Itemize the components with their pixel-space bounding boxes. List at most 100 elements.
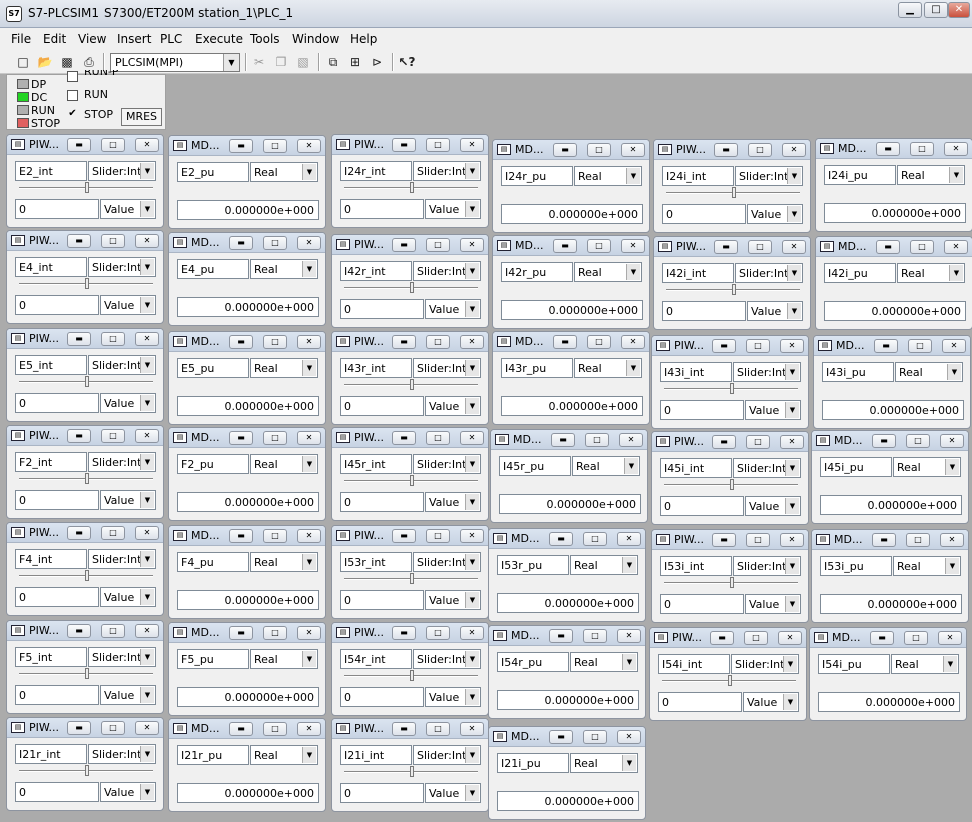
- close-button[interactable]: ✕: [135, 721, 159, 735]
- close-button[interactable]: ✕: [942, 339, 966, 353]
- value-input[interactable]: 0: [15, 587, 99, 607]
- chevron-down-icon[interactable]: ▼: [626, 168, 640, 184]
- address-input[interactable]: I42r_pu: [501, 262, 573, 282]
- menu-plc[interactable]: PLC: [160, 32, 182, 46]
- piw-window[interactable]: ▤ PIW... ▬ □ ✕ I24i_int Slider:Int ▼ 0 Value ▼: [653, 139, 811, 233]
- minimize-button[interactable]: ▬: [392, 626, 416, 640]
- md-window[interactable]: ▤ MD... ▬ □ ✕ I53i_pu Real ▼ 0.000000e+000: [811, 529, 969, 623]
- maximize-button[interactable]: □: [426, 335, 450, 349]
- value-input[interactable]: 0: [340, 783, 424, 803]
- stop-checkbox[interactable]: ✔: [67, 109, 78, 120]
- md-window[interactable]: ▤ MD... ▬ □ ✕ I21r_pu Real ▼ 0.000000e+000: [168, 718, 326, 812]
- format-select[interactable]: Slider:Int ▼: [413, 161, 481, 181]
- maximize-button[interactable]: □: [101, 526, 125, 540]
- format-select[interactable]: Real ▼: [250, 259, 318, 279]
- subwindow-titlebar[interactable]: ▤ PIW... ▬ □ ✕: [332, 623, 488, 643]
- piw-window[interactable]: ▤ PIW... ▬ □ ✕ I24r_int Slider:Int ▼ 0 Value ▼: [331, 134, 489, 228]
- slider-thumb[interactable]: [410, 282, 414, 293]
- slider-thumb[interactable]: [85, 182, 89, 193]
- address-input[interactable]: I53i_pu: [820, 556, 892, 576]
- slider-thumb[interactable]: [410, 182, 414, 193]
- piw-window[interactable]: ▤ PIW... ▬ □ ✕ I54i_int Slider:Int ▼ 0 Value ▼: [649, 627, 807, 721]
- format-select[interactable]: Slider:Int ▼: [88, 549, 156, 569]
- address-input[interactable]: I53i_int: [660, 556, 732, 576]
- value-mode-select[interactable]: Value ▼: [745, 594, 801, 614]
- close-button[interactable]: ✕: [621, 143, 645, 157]
- subwindow-titlebar[interactable]: ▤ MD... ▬ □ ✕: [493, 140, 649, 160]
- chevron-down-icon[interactable]: ▼: [949, 265, 963, 281]
- chevron-down-icon[interactable]: ▼: [785, 558, 799, 574]
- slider-thumb[interactable]: [410, 766, 414, 777]
- close-button[interactable]: ✕: [619, 433, 643, 447]
- chevron-down-icon[interactable]: ▼: [140, 746, 154, 762]
- md-window[interactable]: ▤ MD... ▬ □ ✕ I45i_pu Real ▼ 0.000000e+000: [811, 430, 969, 524]
- minimize-button[interactable]: ▬: [553, 143, 577, 157]
- md-window[interactable]: ▤ MD... ▬ □ ✕ I43i_pu Real ▼ 0.000000e+000: [813, 335, 971, 429]
- maximize-button[interactable]: □: [746, 339, 770, 353]
- maximize-button[interactable]: □: [263, 139, 287, 153]
- address-input[interactable]: I21i_pu: [497, 753, 569, 773]
- value-mode-select[interactable]: Value ▼: [745, 496, 801, 516]
- address-input[interactable]: F4_pu: [177, 552, 249, 572]
- value-input[interactable]: 0: [340, 492, 424, 512]
- maximize-button[interactable]: □: [426, 529, 450, 543]
- md-window[interactable]: ▤ MD... ▬ □ ✕ I42r_pu Real ▼ 0.000000e+000: [492, 235, 650, 329]
- minimize-button[interactable]: ▬: [67, 332, 91, 346]
- chevron-down-icon[interactable]: ▼: [465, 592, 479, 608]
- minimize-button[interactable]: ▬: [392, 238, 416, 252]
- close-button[interactable]: ✕: [621, 335, 645, 349]
- close-button[interactable]: ✕: [460, 238, 484, 252]
- minimize-button[interactable]: ▬: [872, 434, 896, 448]
- minimize-button[interactable]: ▬: [549, 532, 573, 546]
- help-pointer-icon[interactable]: ↖?: [398, 53, 416, 71]
- maximize-button[interactable]: □: [744, 631, 768, 645]
- chevron-down-icon[interactable]: ▼: [622, 755, 636, 771]
- address-input[interactable]: I54r_pu: [497, 652, 569, 672]
- minimize-button[interactable]: ▬: [392, 529, 416, 543]
- minimize-button[interactable]: ▬: [229, 236, 253, 250]
- close-button[interactable]: ✕: [938, 631, 962, 645]
- format-select[interactable]: Slider:Int ▼: [731, 654, 799, 674]
- maximize-button[interactable]: □: [101, 332, 125, 346]
- subwindow-titlebar[interactable]: ▤ PIW... ▬ □ ✕: [332, 719, 488, 739]
- minimize-button[interactable]: ▬: [67, 721, 91, 735]
- piw-window[interactable]: ▤ PIW... ▬ □ ✕ I45i_int Slider:Int ▼ 0 Value ▼: [651, 431, 809, 525]
- value-mode-select[interactable]: Value ▼: [425, 783, 481, 803]
- address-input[interactable]: I54i_pu: [818, 654, 890, 674]
- subwindow-titlebar[interactable]: ▤ MD... ▬ □ ✕: [489, 626, 645, 646]
- menu-file[interactable]: File: [11, 32, 31, 46]
- md-window[interactable]: ▤ MD... ▬ □ ✕ I45r_pu Real ▼ 0.000000e+000: [490, 429, 648, 523]
- minimize-button[interactable]: ▬: [67, 138, 91, 152]
- maximize-button[interactable]: □: [583, 730, 607, 744]
- maximize-button[interactable]: □: [587, 239, 611, 253]
- close-button[interactable]: ✕: [940, 434, 964, 448]
- chevron-down-icon[interactable]: ▼: [626, 264, 640, 280]
- subwindow-titlebar[interactable]: ▤ PIW... ▬ □ ✕: [332, 332, 488, 352]
- close-button[interactable]: ✕: [940, 533, 964, 547]
- subwindow-titlebar[interactable]: ▤ PIW... ▬ □ ✕: [332, 428, 488, 448]
- value-mode-select[interactable]: Value ▼: [425, 687, 481, 707]
- address-input[interactable]: I45r_pu: [499, 456, 571, 476]
- slider-thumb[interactable]: [730, 479, 734, 490]
- cascade-icon[interactable]: ⧉: [324, 53, 342, 71]
- value-mode-select[interactable]: Value ▼: [747, 204, 803, 224]
- chevron-down-icon[interactable]: ▼: [787, 206, 801, 222]
- subwindow-titlebar[interactable]: ▤ MD... ▬ □ ✕: [169, 332, 325, 352]
- chevron-down-icon[interactable]: ▼: [465, 398, 479, 414]
- maximize-button[interactable]: □: [583, 629, 607, 643]
- maximize-button[interactable]: □: [263, 335, 287, 349]
- format-select[interactable]: Real ▼: [250, 649, 318, 669]
- format-select[interactable]: Real ▼: [891, 654, 959, 674]
- format-select[interactable]: Real ▼: [250, 454, 318, 474]
- md-window[interactable]: ▤ MD... ▬ □ ✕ E5_pu Real ▼ 0.000000e+000: [168, 331, 326, 425]
- menu-help[interactable]: Help: [350, 32, 377, 46]
- slider-thumb[interactable]: [85, 278, 89, 289]
- menu-tools[interactable]: Tools: [250, 32, 280, 46]
- format-select[interactable]: Real ▼: [570, 652, 638, 672]
- run-checkbox[interactable]: [67, 90, 78, 101]
- slider-thumb[interactable]: [410, 475, 414, 486]
- address-input[interactable]: I42r_int: [340, 261, 412, 281]
- chevron-down-icon[interactable]: ▼: [223, 54, 239, 71]
- value-input[interactable]: 0: [15, 393, 99, 413]
- value-input[interactable]: 0: [662, 204, 746, 224]
